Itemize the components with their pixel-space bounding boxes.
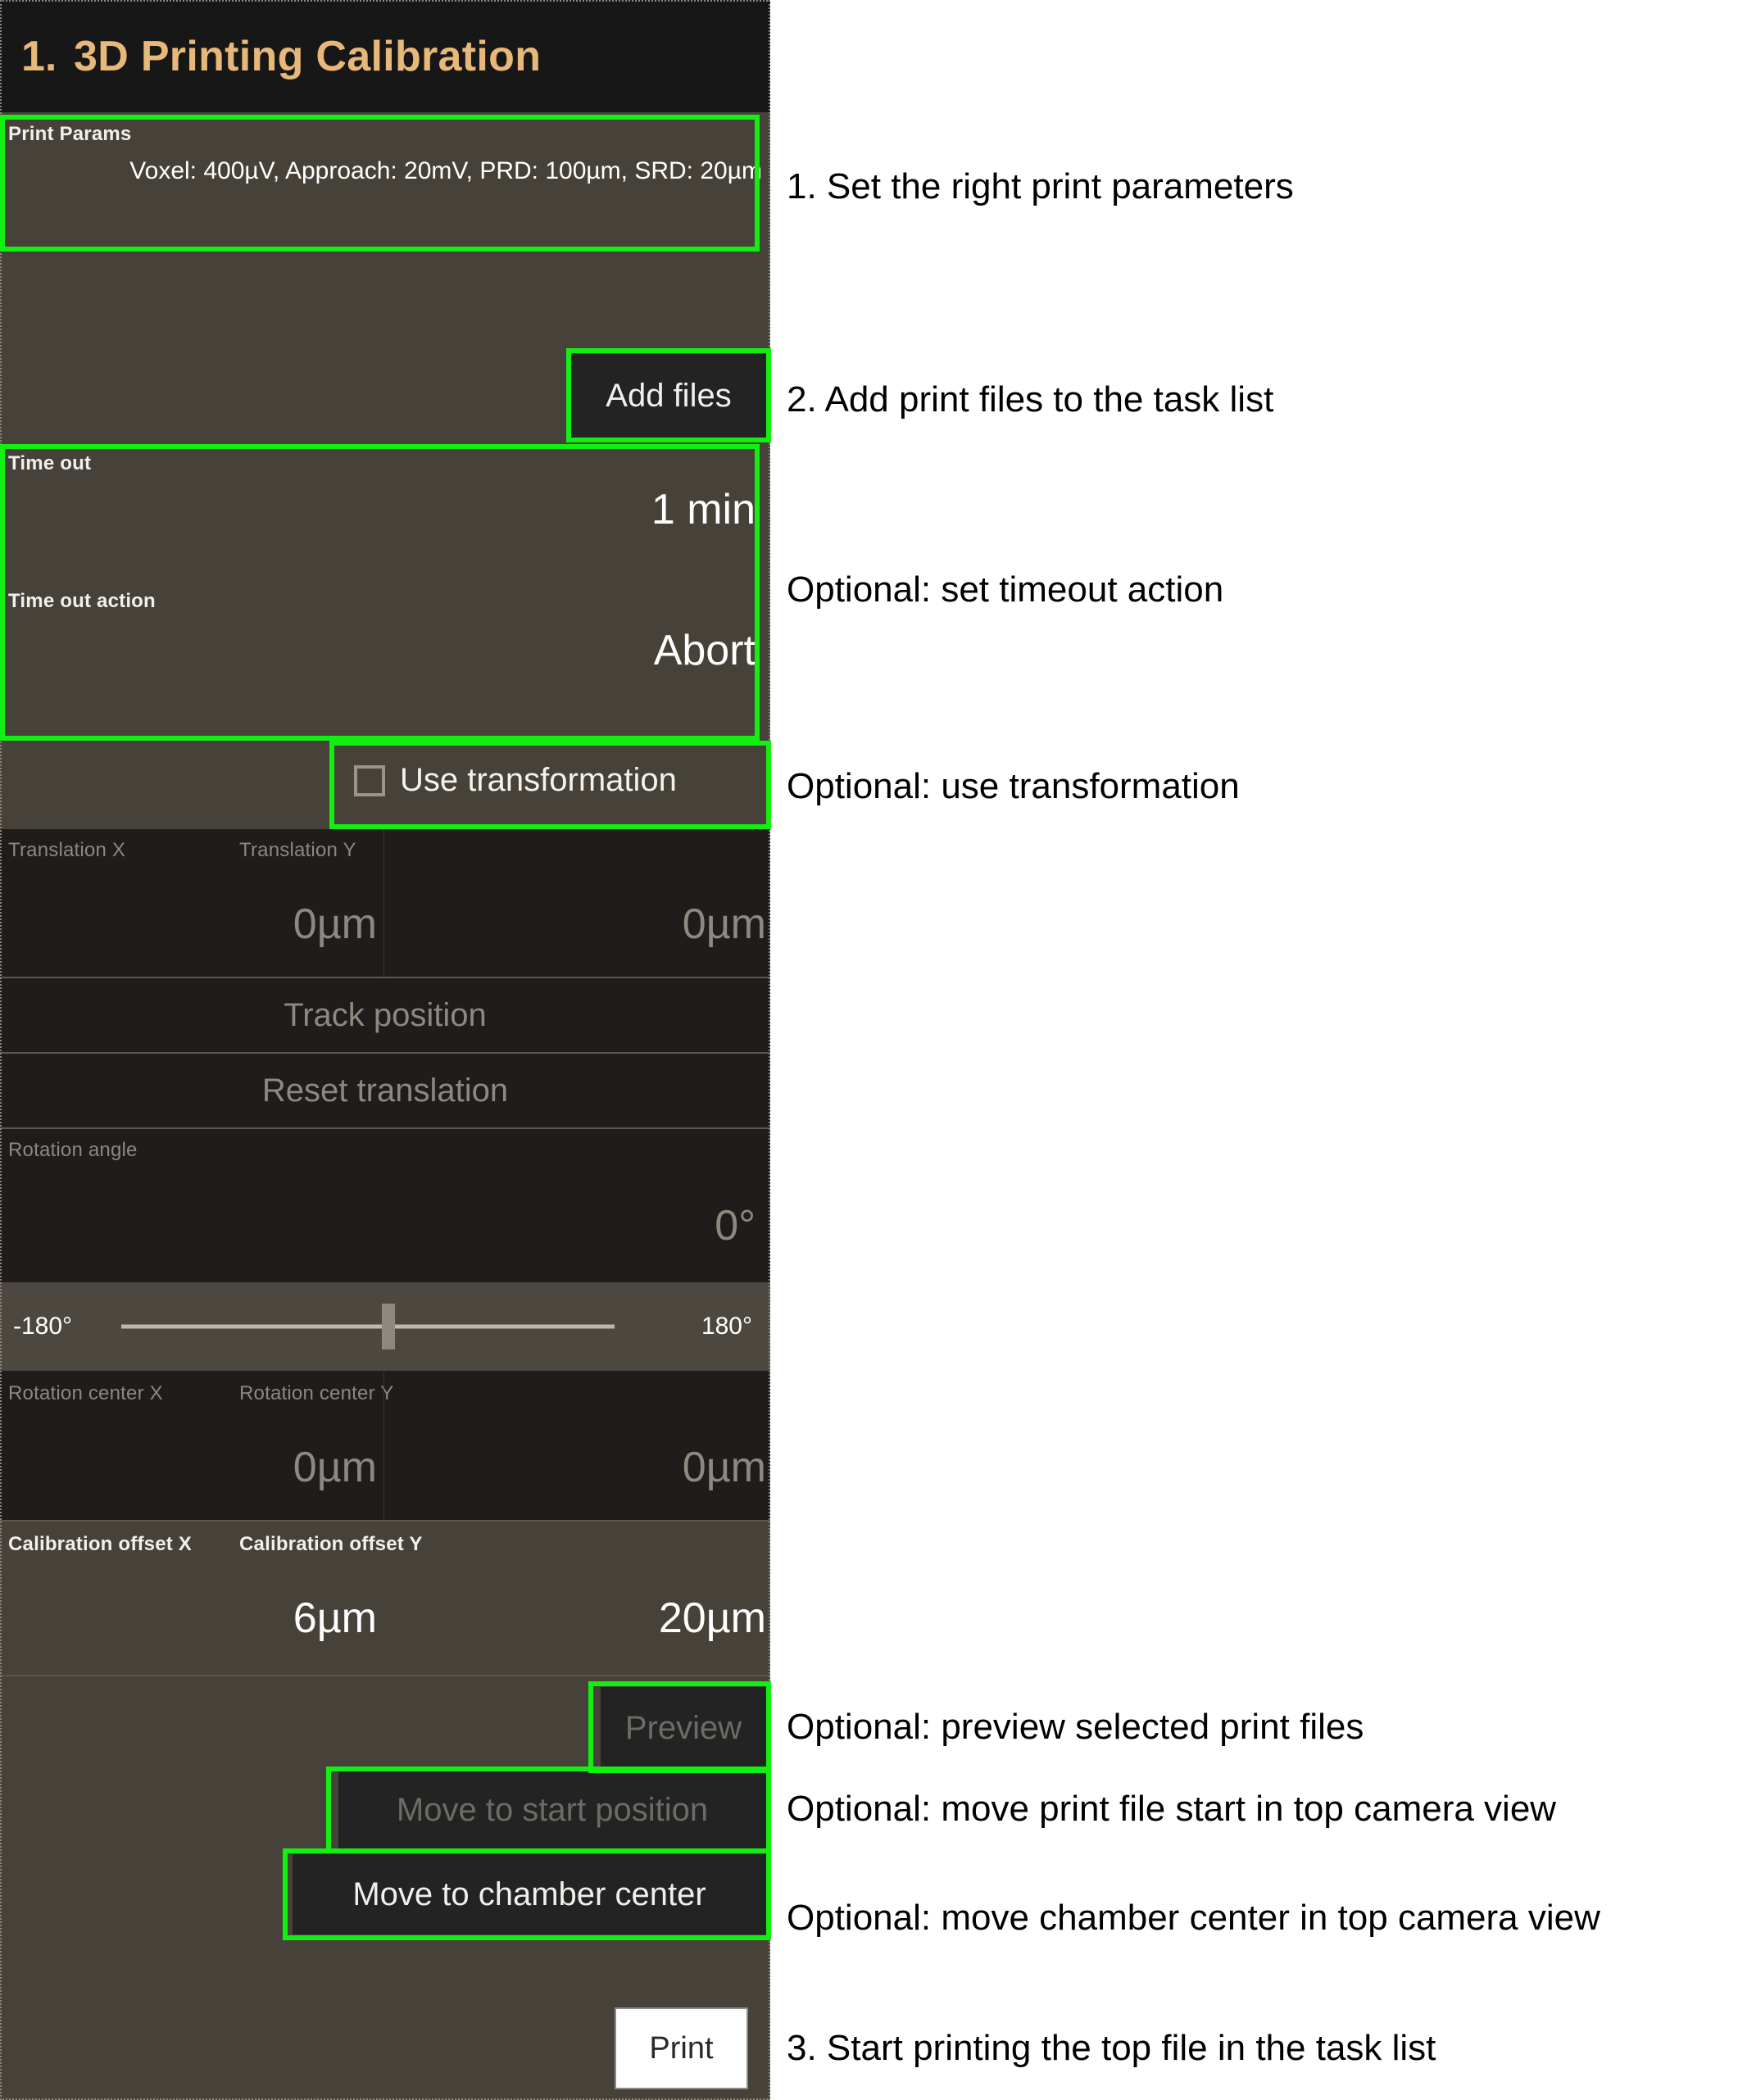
add-files-button[interactable]: Add files: [571, 354, 766, 438]
rotation-center-column-divider: [383, 1371, 384, 1520]
translation-x-label: Translation X: [8, 839, 126, 862]
slider-track[interactable]: [121, 1324, 615, 1329]
reset-translation-label: Reset translation: [261, 1072, 509, 1109]
annotation-add-files: 2. Add print files to the task list: [787, 379, 1274, 420]
use-transformation-row[interactable]: Use transformation: [0, 741, 770, 828]
translation-y-label: Translation Y: [239, 839, 356, 862]
move-to-start-position-label: Move to start position: [396, 1791, 709, 1828]
calibration-offset-row[interactable]: Calibration offset X 6µm Calibration off…: [0, 1522, 770, 1675]
rotation-angle-value: 0°: [715, 1201, 756, 1250]
reset-translation-button: Reset translation: [0, 1054, 770, 1127]
use-transformation-checkbox[interactable]: Use transformation: [354, 762, 677, 799]
rotation-angle-label: Rotation angle: [8, 1139, 138, 1162]
page-title: 3D Printing Calibration: [74, 32, 542, 80]
slider-min-label: -180°: [13, 1313, 73, 1340]
use-transformation-label: Use transformation: [400, 762, 677, 798]
annotation-use-transformation: Optional: use transformation: [787, 766, 1240, 806]
rotation-angle-row: Rotation angle 0°: [0, 1129, 770, 1282]
rotation-center-y-label: Rotation center Y: [239, 1382, 394, 1405]
application-panel: 1. 3D Printing Calibration Print Params …: [0, 0, 770, 2100]
calibration-offset-x-label: Calibration offset X: [8, 1533, 193, 1556]
move-to-start-position-button: Move to start position: [338, 1771, 766, 1849]
annotation-preview: Optional: preview selected print files: [787, 1707, 1364, 1747]
rotation-center-row: Rotation center X 0µm Rotation center Y …: [0, 1371, 770, 1520]
print-params-label: Print Params: [8, 123, 132, 146]
print-params-row[interactable]: Print Params Voxel: 400µV, Approach: 20m…: [0, 115, 770, 250]
annotation-move-to-start-position: Optional: move print file start in top c…: [787, 1789, 1557, 1829]
rotation-center-x-label: Rotation center X: [8, 1382, 163, 1405]
preview-label: Preview: [624, 1709, 742, 1746]
calibration-offset-x-value[interactable]: 6µm: [0, 1594, 377, 1643]
translation-row: Translation X 0µm Translation Y 0µm: [0, 829, 770, 977]
track-position-label: Track position: [284, 996, 487, 1033]
move-to-chamber-center-label: Move to chamber center: [352, 1875, 706, 1912]
add-files-label: Add files: [606, 378, 732, 414]
rotation-angle-slider[interactable]: -180° 180°: [0, 1282, 770, 1371]
timeout-value[interactable]: 1 min: [651, 485, 756, 534]
panel-titlebar: 1. 3D Printing Calibration: [0, 0, 770, 112]
calibration-offset-y-value[interactable]: 20µm: [393, 1594, 766, 1643]
annotation-print-params: 1. Set the right print parameters: [787, 166, 1294, 206]
translation-x-value: 0µm: [0, 900, 377, 949]
print-params-value: Voxel: 400µV, Approach: 20mV, PRD: 100µm…: [129, 157, 762, 185]
timeout-label: Time out: [8, 452, 92, 475]
rotation-center-x-value: 0µm: [0, 1443, 377, 1492]
print-button[interactable]: Print: [615, 2007, 748, 2089]
move-to-chamber-center-button[interactable]: Move to chamber center: [293, 1854, 766, 1934]
annotation-move-to-chamber-center: Optional: move chamber center in top cam…: [787, 1898, 1600, 1938]
calibration-offset-y-label: Calibration offset Y: [239, 1533, 423, 1556]
track-position-button: Track position: [0, 978, 770, 1052]
slider-thumb[interactable]: [382, 1304, 395, 1349]
print-label: Print: [649, 2030, 714, 2066]
translation-column-divider: [383, 829, 384, 977]
rotation-center-y-value: 0µm: [393, 1443, 766, 1492]
annotation-print: 3. Start printing the top file in the ta…: [787, 2028, 1436, 2068]
annotation-timeout: Optional: set timeout action: [787, 569, 1224, 610]
timeout-action-label: Time out action: [8, 590, 156, 613]
timeout-section: Time out 1 min Time out action Abort: [0, 444, 770, 739]
preview-button: Preview: [601, 1687, 766, 1769]
translation-y-value: 0µm: [393, 900, 766, 949]
step-number: 1.: [21, 32, 57, 80]
checkbox-icon[interactable]: [354, 764, 385, 796]
slider-max-label: 180°: [701, 1313, 752, 1340]
timeout-action-value[interactable]: Abort: [653, 626, 756, 675]
